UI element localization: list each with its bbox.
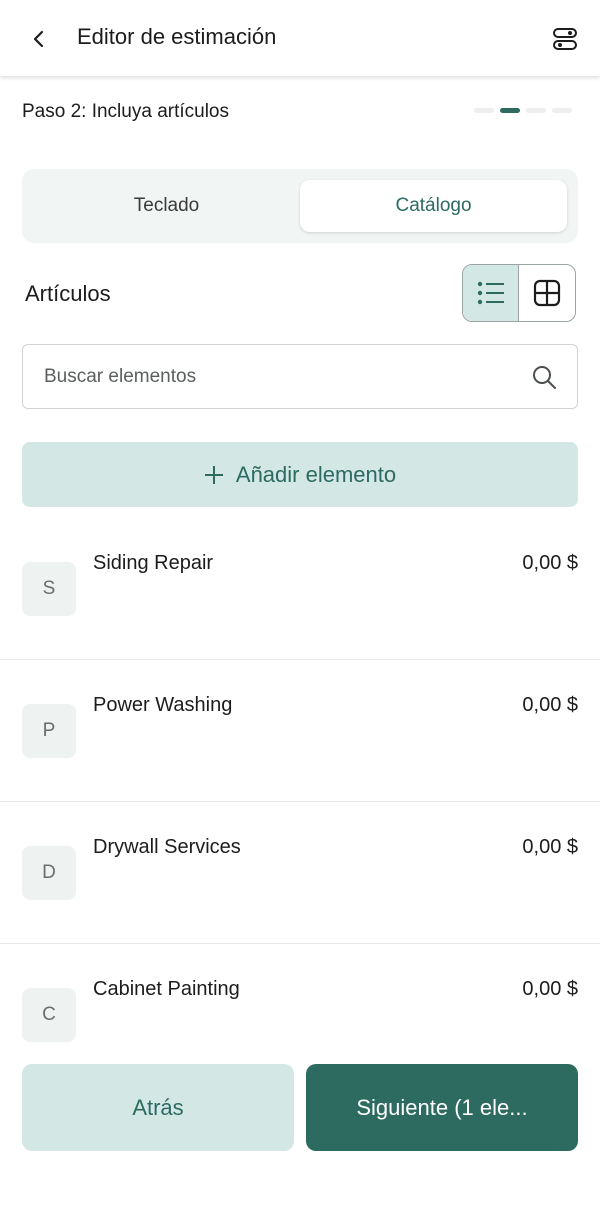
list-item[interactable]: D Drywall Services 0,00 $ <box>0 802 600 944</box>
step-dot <box>552 108 572 113</box>
step-progress <box>474 108 572 113</box>
item-avatar: C <box>22 988 76 1042</box>
item-price: 0,00 $ <box>522 552 578 574</box>
add-item-label: Añadir elemento <box>235 461 397 487</box>
item-price: 0,00 $ <box>522 978 578 1000</box>
section-title: Artículos <box>25 281 111 306</box>
back-button[interactable] <box>22 22 56 56</box>
add-item-button[interactable]: Añadir elemento <box>22 442 578 507</box>
step-dot-active <box>500 108 520 113</box>
chevron-left-icon <box>33 30 44 48</box>
back-step-button[interactable]: Atrás <box>22 1064 294 1151</box>
item-name: Power Washing <box>93 694 233 716</box>
list-item[interactable]: S Siding Repair 0,00 $ <box>0 518 600 660</box>
item-price: 0,00 $ <box>522 836 578 858</box>
item-price: 0,00 $ <box>522 694 578 716</box>
search-box <box>22 344 578 409</box>
item-name: Siding Repair <box>93 552 214 574</box>
grid-view-button[interactable] <box>519 265 575 321</box>
tab-keyboard[interactable]: Teclado <box>33 180 300 232</box>
next-step-button[interactable]: Siguiente (1 ele... <box>306 1064 578 1151</box>
step-label: Paso 2: Incluya artículos <box>22 101 229 122</box>
item-avatar: D <box>22 846 76 900</box>
step-dot <box>474 108 494 113</box>
input-mode-tabs: Teclado Catálogo <box>22 169 578 243</box>
plus-icon <box>204 465 223 484</box>
app-header: Editor de estimación <box>0 0 600 76</box>
item-avatar: P <box>22 704 76 758</box>
footer-actions: Atrás Siguiente (1 ele... <box>0 1048 600 1219</box>
list-view-button[interactable] <box>463 265 520 321</box>
list-item[interactable]: P Power Washing 0,00 $ <box>0 660 600 802</box>
sliders-icon <box>553 28 577 50</box>
search-icon[interactable] <box>531 364 557 390</box>
item-avatar: S <box>22 562 76 616</box>
item-name: Drywall Services <box>93 836 241 858</box>
tab-catalog[interactable]: Catálogo <box>300 180 567 232</box>
view-toggle <box>462 264 576 322</box>
settings-button[interactable] <box>548 22 582 56</box>
page-title: Editor de estimación <box>77 24 277 49</box>
grid-icon <box>533 279 561 307</box>
item-name: Cabinet Painting <box>93 978 240 1000</box>
list-icon <box>477 281 504 305</box>
step-dot <box>526 108 546 113</box>
search-input[interactable] <box>44 345 524 408</box>
